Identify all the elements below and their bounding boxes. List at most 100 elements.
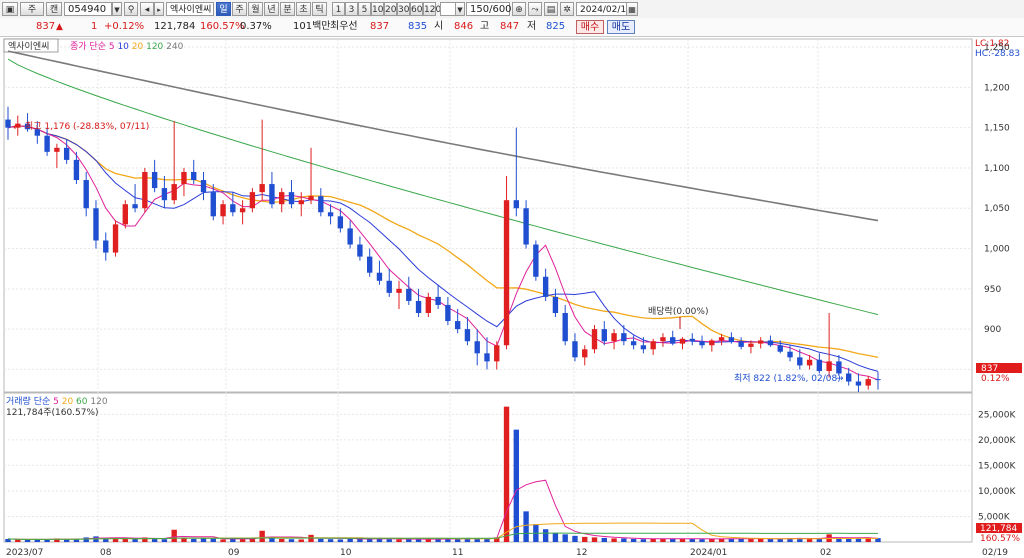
time-tick: 12: [576, 548, 587, 558]
volume-value: 121,784: [154, 21, 196, 32]
price-legend[interactable]: 종가 단순 5 10 20 120 240: [70, 41, 184, 52]
trend-icon[interactable]: ⤳: [528, 2, 542, 16]
candle-body: [464, 329, 471, 342]
link-icon[interactable]: ⊕: [512, 2, 526, 16]
candle-body: [386, 280, 392, 293]
tab-period-6[interactable]: 틱: [312, 2, 327, 16]
tab-minute-3[interactable]: 3: [345, 2, 358, 16]
volume-bar: [484, 538, 490, 542]
price-change: 1: [91, 21, 98, 32]
tab-period-4[interactable]: 분: [280, 2, 295, 16]
candle-body: [298, 200, 304, 205]
volume-bar: [679, 538, 686, 542]
volume-value-label: 121,784주(160.57%): [6, 407, 99, 418]
volume-bar: [279, 538, 285, 542]
buy-button[interactable]: 매수: [576, 20, 604, 34]
volume-bar: [630, 538, 637, 542]
candle-body: [758, 340, 764, 344]
price-pct-tag: 0.12%: [981, 374, 1010, 384]
candle-body: [269, 184, 275, 205]
candle-body: [845, 373, 852, 382]
tab-minute-5[interactable]: 5: [358, 2, 371, 16]
prev-stock-icon[interactable]: ▸: [154, 2, 164, 16]
candle-body: [103, 240, 109, 253]
volume-bar: [552, 532, 559, 542]
tab-period-1[interactable]: 주: [232, 2, 247, 16]
candle-body: [875, 379, 881, 381]
price-panel-title: 엑사이엔씨: [8, 40, 49, 52]
sell-button[interactable]: 매도: [607, 20, 635, 34]
tab-minute-60[interactable]: 60: [410, 2, 423, 16]
candle-body: [591, 329, 598, 350]
price-tick: 1,200: [984, 83, 1010, 93]
volume-tag: 121,784: [980, 524, 1017, 534]
candle-body: [220, 204, 226, 217]
ask-price: 837: [370, 21, 390, 32]
candle-body: [494, 345, 500, 362]
volume-bar: [777, 538, 783, 542]
candle-body: [239, 208, 246, 213]
stock-chart[interactable]: 엑사이엔씨 종가 단순 5 10 20 120 240 LC:1.82 HC:-…: [0, 37, 1024, 558]
candle-body: [435, 296, 441, 305]
view-range-field[interactable]: 150/600: [466, 2, 512, 16]
period-menu-button[interactable]: 주: [20, 2, 44, 16]
date-input[interactable]: 2024/02/19: [576, 2, 632, 16]
candle-body: [161, 188, 168, 201]
candle-body: [200, 180, 207, 193]
candle-body: [376, 272, 383, 281]
tab-minute-1[interactable]: 1: [332, 2, 345, 16]
candle-body: [601, 329, 607, 342]
code-dropdown-icon[interactable]: ▼: [112, 2, 122, 16]
candle-body: [611, 333, 617, 342]
candle-body: [797, 357, 803, 366]
price-tick: 1,150: [984, 124, 1010, 134]
candle-body: [767, 340, 774, 346]
up-arrow-icon: ▲: [56, 22, 63, 32]
candle-body: [54, 147, 60, 152]
tab-minute-20[interactable]: 20: [384, 2, 397, 16]
minute-dropdown-icon[interactable]: ▼: [455, 2, 465, 16]
open-price: 846: [454, 21, 474, 32]
candle-body: [679, 338, 686, 344]
calendar-icon[interactable]: ▦: [626, 2, 638, 16]
volume-legend[interactable]: 거래량 단순 5 20 60 120: [6, 395, 108, 407]
tab-period-5[interactable]: 초: [296, 2, 311, 16]
volume-bar: [44, 539, 50, 542]
time-tick: 02: [820, 548, 831, 558]
tab-period-2[interactable]: 월: [248, 2, 263, 16]
candle-body: [865, 379, 871, 386]
candle-body: [445, 304, 451, 322]
candle-body: [523, 208, 529, 245]
tab-period-3[interactable]: 년: [264, 2, 279, 16]
volume-bar: [200, 538, 207, 542]
volume-bar: [220, 539, 226, 542]
volume-bar: [396, 539, 402, 542]
candle-body: [83, 180, 89, 209]
tab-period-0[interactable]: 일: [216, 2, 231, 16]
candle-body: [63, 147, 70, 160]
sound-icon[interactable]: ◂: [140, 2, 154, 16]
tab-minute-120[interactable]: 120: [423, 2, 441, 16]
candle-mode-button[interactable]: 캔: [46, 2, 62, 16]
main-toolbar: ▣ 주 캔 054940 ▼ ⚲ ◂ ▸ 엑사이엔씨 일주월년분초틱 1 3 5 10…: [0, 0, 1024, 19]
candle-body: [337, 216, 344, 229]
tab-minute-30[interactable]: 30: [397, 2, 410, 16]
candle-body: [650, 341, 656, 350]
tab-minute-10[interactable]: 10: [371, 2, 384, 16]
price-tick: 1,100: [984, 164, 1010, 174]
volume-bar: [298, 539, 304, 542]
candle-body: [396, 288, 402, 293]
search-icon[interactable]: ⚲: [124, 2, 138, 16]
candle-body: [709, 340, 715, 346]
time-axis: 2023/07 08 09 10 11 12 2024/01 02 02/19: [6, 548, 1008, 558]
quote-bar: 837 ▲ 1 +0.12% 121,784 160.57% 0.37% 101…: [0, 18, 1024, 37]
candle-body: [855, 381, 862, 386]
volume-bar: [582, 536, 588, 542]
save-icon[interactable]: ▤: [544, 2, 558, 16]
settings-icon[interactable]: ✲: [560, 2, 574, 16]
layout-icon[interactable]: ▣: [2, 2, 18, 16]
candle-body: [533, 244, 539, 277]
volume-tick: 25,000K: [978, 410, 1016, 420]
price-tick: 1,050: [984, 204, 1010, 214]
stock-code-input[interactable]: 054940: [64, 2, 112, 16]
